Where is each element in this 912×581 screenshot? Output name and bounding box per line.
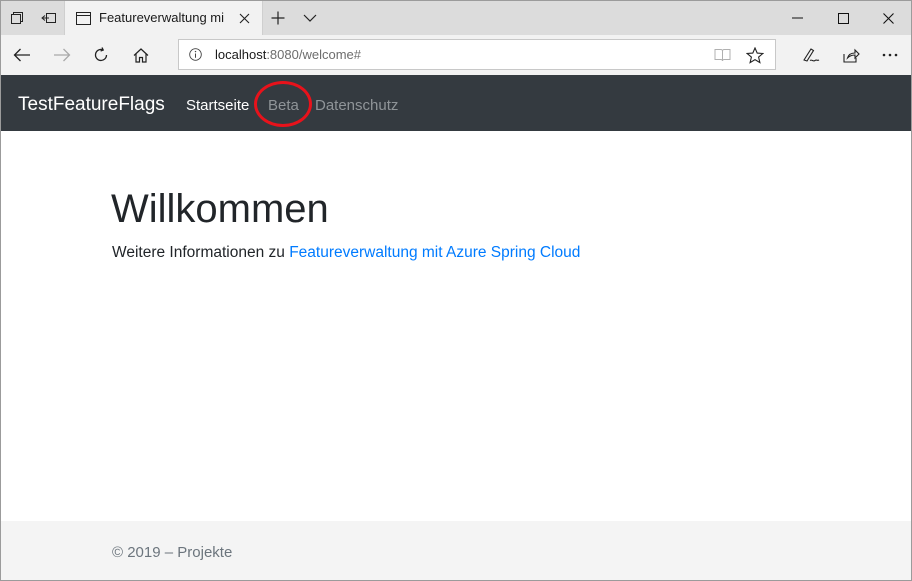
- close-tab-icon[interactable]: [236, 10, 252, 26]
- page-title: Willkommen: [111, 187, 329, 231]
- docs-link[interactable]: Featureverwaltung mit Azure Spring Cloud: [289, 244, 580, 261]
- tab-title: Featureverwaltung mit: [99, 10, 224, 25]
- url-text: localhost:8080/welcome#: [215, 47, 361, 62]
- url-host: localhost: [215, 47, 267, 62]
- highlight-circle-annotation: [254, 81, 312, 127]
- info-paragraph: Weitere Informationen zu Featureverwaltu…: [112, 244, 580, 262]
- url-path: :8080/welcome#: [266, 47, 361, 62]
- tab-groups-icon[interactable]: [6, 7, 28, 29]
- page-icon: [76, 12, 91, 30]
- main-content: Willkommen Weitere Informationen zu Feat…: [1, 131, 911, 521]
- browser-window: Featureverwaltung mit localhost:8080/wel…: [0, 0, 912, 581]
- share-icon[interactable]: [836, 40, 866, 70]
- more-icon[interactable]: [875, 40, 905, 70]
- reading-view-icon[interactable]: [712, 46, 732, 64]
- browser-tab-active[interactable]: Featureverwaltung mit: [64, 1, 263, 35]
- maximize-icon[interactable]: [820, 1, 866, 35]
- info-text: Weitere Informationen zu: [112, 244, 290, 261]
- brand-link[interactable]: TestFeatureFlags: [18, 94, 165, 116]
- close-window-icon[interactable]: [865, 1, 911, 35]
- nav-link-startseite[interactable]: Startseite: [186, 97, 249, 114]
- title-bar: Featureverwaltung mit: [1, 1, 911, 35]
- info-icon[interactable]: [188, 47, 203, 62]
- home-icon[interactable]: [126, 40, 156, 70]
- browser-toolbar: localhost:8080/welcome#: [1, 35, 911, 75]
- star-icon[interactable]: [744, 45, 766, 65]
- address-bar[interactable]: localhost:8080/welcome#: [178, 39, 776, 70]
- refresh-icon[interactable]: [86, 40, 116, 70]
- chevron-down-icon[interactable]: [299, 7, 321, 29]
- minimize-icon[interactable]: [774, 1, 820, 35]
- new-tab-icon[interactable]: [267, 7, 289, 29]
- nav-link-datenschutz[interactable]: Datenschutz: [315, 97, 398, 114]
- pen-icon[interactable]: [796, 40, 826, 70]
- set-aside-tabs-icon[interactable]: [38, 7, 60, 29]
- site-navbar: TestFeatureFlags Startseite Beta Datensc…: [1, 75, 911, 131]
- footer-copyright: © 2019 – Projekte: [112, 544, 233, 561]
- back-arrow-icon[interactable]: [7, 40, 37, 70]
- forward-arrow-icon[interactable]: [47, 40, 77, 70]
- page-footer: © 2019 – Projekte: [1, 521, 911, 580]
